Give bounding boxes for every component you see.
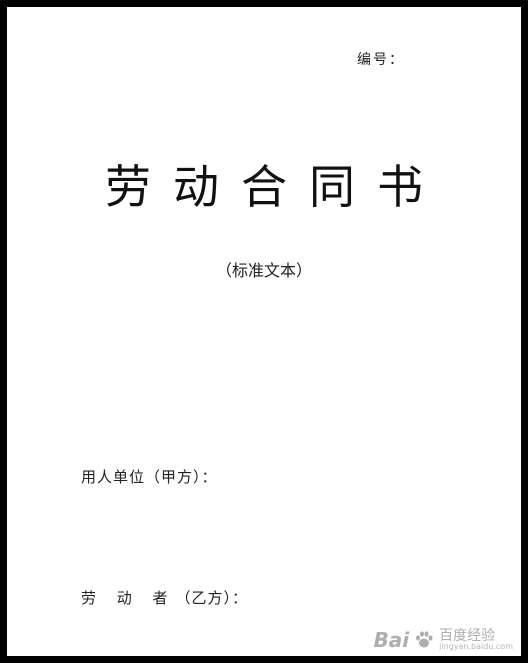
- document-page: 编号： 劳动合同书 （标准文本） 用人单位（甲方）： 劳 动 者（乙方）： Ba…: [7, 7, 521, 656]
- page-frame: 编号： 劳动合同书 （标准文本） 用人单位（甲方）： 劳 动 者（乙方）： Ba…: [0, 0, 528, 663]
- watermark-jingyan: 百度经验 jingyan.baidu.com: [439, 629, 513, 651]
- party-a-label: 用人单位（甲方）：: [81, 468, 218, 486]
- watermark-url: jingyan.baidu.com: [439, 642, 513, 651]
- document-subtitle: （标准文本）: [215, 261, 312, 280]
- baidu-jingyan-watermark: Bai 百度经验 jingyan.baidu.com: [374, 628, 513, 652]
- party-b-label: 劳 动 者（乙方）：: [81, 587, 248, 608]
- document-title: 劳动合同书: [105, 160, 445, 214]
- party-b-suffix: （乙方）：: [175, 589, 249, 607]
- watermark-logo-text: Bai: [373, 628, 410, 652]
- party-b-role: 劳 动 者: [81, 589, 176, 607]
- serial-number-label: 编号：: [357, 52, 405, 68]
- paw-icon: [413, 629, 435, 651]
